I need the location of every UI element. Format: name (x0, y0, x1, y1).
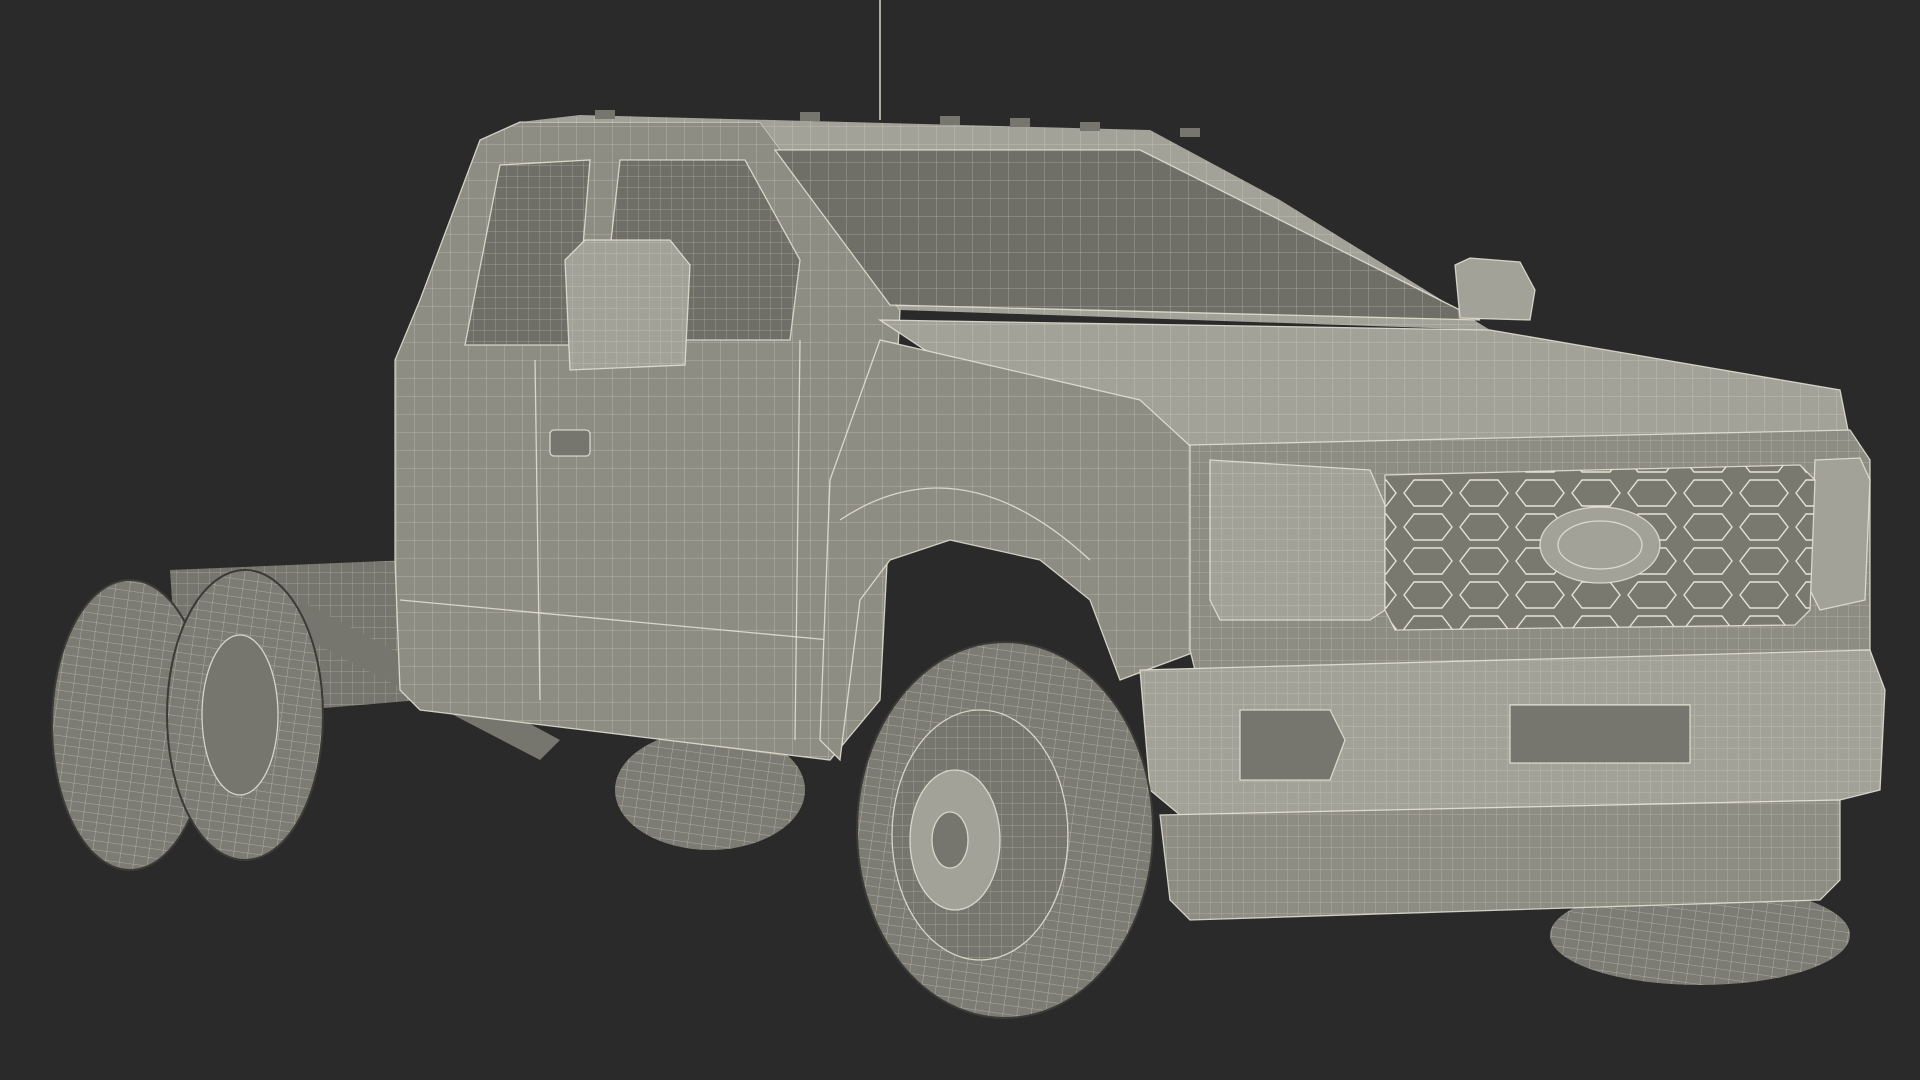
front-bumper (1139, 649, 1886, 816)
front-grille (1384, 464, 1816, 631)
render-viewport (0, 0, 1920, 1080)
side-mirror (564, 239, 691, 371)
headlight-left (1209, 459, 1386, 621)
license-plate-recess (1510, 705, 1690, 763)
fog-light (1240, 710, 1345, 780)
far-mirror (1454, 257, 1536, 321)
front-wheel-near (856, 641, 1154, 1019)
lower-valance (1159, 799, 1841, 921)
door-handle (550, 430, 590, 456)
truck-wireframe-render (51, 0, 1886, 1019)
rear-wheel-inner (166, 569, 324, 861)
headlight-right (1809, 457, 1871, 611)
